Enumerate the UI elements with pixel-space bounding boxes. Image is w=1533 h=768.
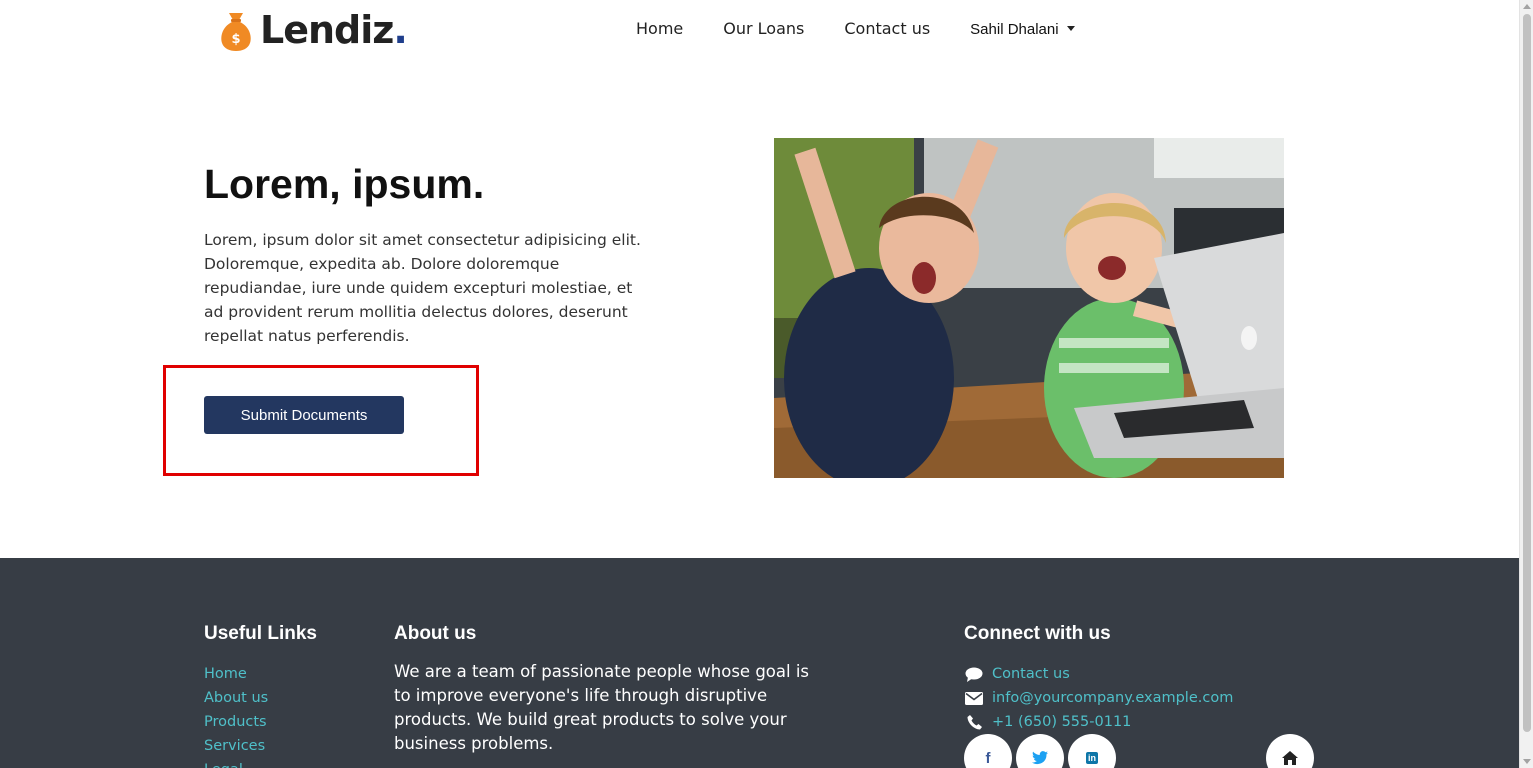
nav-our-loans[interactable]: Our Loans [723,18,804,40]
footer-link-legal[interactable]: Legal [204,758,268,768]
useful-links-heading: Useful Links [204,623,317,644]
facebook-icon: f [985,749,991,767]
svg-text:$: $ [231,32,240,47]
nav-menu: Home Our Loans Contact us Sahil Dhalani [636,18,1075,40]
hero-description: Lorem, ipsum dolor sit amet consectetur … [204,231,641,345]
connect-heading: Connect with us [964,623,1111,644]
envelope-icon [964,690,984,706]
useful-links-list: Home About us Products Services Legal [204,662,268,768]
scroll-up-arrow-icon[interactable] [1523,4,1531,9]
footer-link-home[interactable]: Home [204,662,268,686]
scrollbar-thumb[interactable] [1523,14,1531,732]
footer: Useful Links About us Connect with us Ho… [0,558,1519,768]
contact-us-link[interactable]: Contact us [964,662,1233,686]
nav-home[interactable]: Home [636,18,683,40]
home-button[interactable] [1266,734,1314,768]
contact-list: Contact us info@yourcompany.example.com … [964,662,1233,734]
hero-image [774,138,1284,478]
phone-link[interactable]: +1 (650) 555-0111 [964,710,1233,734]
linkedin-button[interactable]: in [1068,734,1116,768]
home-icon [1282,751,1298,765]
brand-logo[interactable]: $ Lendiz. [218,8,408,52]
submit-documents-button[interactable]: Submit Documents [204,396,404,434]
vertical-scrollbar[interactable] [1519,0,1533,768]
facebook-button[interactable]: f [964,734,1012,768]
chat-bubble-icon [964,666,984,682]
phone-icon [964,714,984,730]
money-bag-icon: $ [221,13,251,51]
scroll-down-arrow-icon[interactable] [1523,759,1531,764]
user-name: Sahil Dhalani [970,20,1059,38]
about-text: We are a team of passionate people whose… [394,662,810,753]
linkedin-icon: in [1086,752,1098,764]
hero-title: Lorem, ipsum. [204,161,485,207]
footer-link-products[interactable]: Products [204,710,268,734]
email-link[interactable]: info@yourcompany.example.com [964,686,1233,710]
user-dropdown[interactable]: Sahil Dhalani [970,20,1075,38]
footer-link-about[interactable]: About us [204,686,268,710]
nav-contact-us[interactable]: Contact us [844,18,930,40]
chevron-down-icon [1066,25,1075,31]
twitter-button[interactable] [1016,734,1064,768]
twitter-icon [1032,751,1048,765]
footer-link-services[interactable]: Services [204,734,268,758]
top-navbar: $ Lendiz. Home Our Loans Contact us Sahi… [0,0,1519,60]
about-heading: About us [394,623,477,644]
brand-name: Lendiz. [260,8,408,52]
